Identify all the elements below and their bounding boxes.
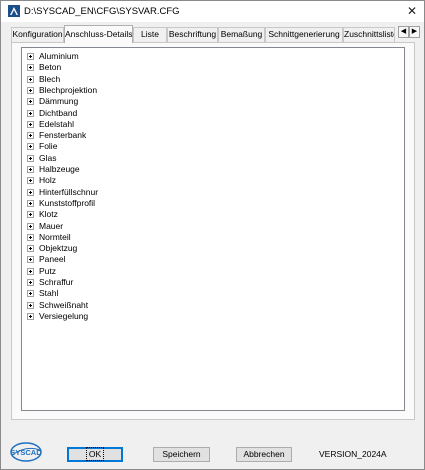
tree-item[interactable]: Versiegelung xyxy=(27,311,88,322)
tree-item[interactable]: Edelstahl xyxy=(27,119,74,130)
window-title: D:\SYSCAD_EN\CFG\SYSVAR.CFG xyxy=(24,6,180,17)
tab-scroll-right-button[interactable]: ▶ xyxy=(409,26,420,38)
tree-item-label: Glas xyxy=(39,152,57,163)
ok-button[interactable]: OK xyxy=(67,447,123,462)
tree-item-label: Dämmung xyxy=(39,96,79,107)
tree-item-label: Beton xyxy=(39,62,62,73)
expand-plus-icon[interactable] xyxy=(27,132,34,140)
material-tree-view[interactable]: Aluminium Beton Blech Blechprojektion Dämmun… xyxy=(21,47,405,411)
tree-item[interactable]: Blech xyxy=(27,74,60,85)
tree-item[interactable]: Mauer xyxy=(27,221,63,232)
tree-item-label: Mauer xyxy=(39,220,64,231)
tree-item-label: Halbzeuge xyxy=(39,164,80,174)
dialog-window: D:\SYSCAD_EN\CFG\SYSVAR.CFG ✕ Konfigurat… xyxy=(0,0,425,470)
expand-plus-icon[interactable] xyxy=(27,154,34,162)
cancel-button[interactable]: Abbrechen xyxy=(236,447,292,462)
tree-item[interactable]: Objektzug xyxy=(27,243,77,254)
tree-item-label: Hinterfüllschnur xyxy=(39,186,99,197)
tree-item[interactable]: Schraffur xyxy=(27,277,73,288)
tree-item[interactable]: Klotz xyxy=(27,209,58,220)
tree-item-label: Kunststoffprofil xyxy=(39,197,96,208)
tree-item-label: Dichtband xyxy=(39,107,78,118)
expand-plus-icon[interactable] xyxy=(27,245,34,253)
expand-plus-icon[interactable] xyxy=(27,64,34,72)
tree-item-label: Folie xyxy=(39,141,58,152)
tree-item-label: Objektzug xyxy=(39,243,78,254)
version-label: VERSION_2024A xyxy=(319,449,387,459)
expand-plus-icon[interactable] xyxy=(27,312,34,320)
tab-strip: Konfiguration Anschluss-Details Liste Besch… xyxy=(11,25,395,43)
tree-item-label: Edelstahl xyxy=(39,118,74,129)
tab-schnittgenerierung[interactable]: Schnittgenerierung xyxy=(265,27,343,42)
tree-item[interactable]: Glas xyxy=(27,153,56,164)
tree-item-label: Putz xyxy=(39,265,57,276)
expand-plus-icon[interactable] xyxy=(27,109,34,117)
tree-item[interactable]: Normteil xyxy=(27,232,71,243)
tree-item[interactable]: Kunststoffprofil xyxy=(27,198,95,209)
tab-beschriftung[interactable]: Beschriftung xyxy=(167,27,218,42)
tab-bemaßung[interactable]: Bemaßung xyxy=(218,27,265,42)
expand-plus-icon[interactable] xyxy=(27,290,34,298)
tree-item-label: Holz xyxy=(39,175,57,186)
tree-item[interactable]: Halbzeuge xyxy=(27,164,80,175)
tree-item[interactable]: Hinterfüllschnur xyxy=(27,187,98,198)
tree-item[interactable]: Aluminium xyxy=(27,51,79,62)
tree-item-label: Paneel xyxy=(39,254,66,265)
expand-plus-icon[interactable] xyxy=(27,166,34,173)
tree-item[interactable]: Beton xyxy=(27,62,61,73)
expand-plus-icon[interactable] xyxy=(27,301,34,309)
expand-plus-icon[interactable] xyxy=(27,86,34,94)
tree-item-label: Fensterbank xyxy=(39,130,87,141)
autocad-app-icon xyxy=(8,5,20,17)
tab-scroll-left-button[interactable]: ◀ xyxy=(398,26,409,38)
save-button[interactable]: Speichern xyxy=(153,447,210,462)
tree-item[interactable]: Fensterbank xyxy=(27,130,86,141)
tree-item-label: Klotz xyxy=(39,209,58,220)
tab-panel-anschluss-details: Aluminium Beton Blech Blechprojektion Dämmun… xyxy=(11,42,415,420)
expand-plus-icon[interactable] xyxy=(27,233,34,241)
expand-plus-icon[interactable] xyxy=(27,279,34,286)
expand-plus-icon[interactable] xyxy=(27,98,34,106)
ok-button-label: OK xyxy=(85,447,105,461)
tree-item[interactable]: Dämmung xyxy=(27,96,78,107)
expand-plus-icon[interactable] xyxy=(27,222,34,230)
tree-item-label: Schraffur xyxy=(39,277,74,287)
tab-liste[interactable]: Liste xyxy=(133,27,167,42)
tree-item-label: Blech xyxy=(39,73,61,84)
tree-item[interactable]: Schweißnaht xyxy=(27,300,88,311)
tree-item-label: Aluminium xyxy=(39,51,79,61)
tree-item[interactable]: Paneel xyxy=(27,254,65,265)
tab-konfiguration[interactable]: Konfiguration xyxy=(11,27,64,42)
expand-plus-icon[interactable] xyxy=(27,75,34,83)
tree-item-label: Blechprojektion xyxy=(39,84,98,95)
tree-item[interactable]: Dichtband xyxy=(27,108,77,119)
expand-plus-icon[interactable] xyxy=(27,188,34,196)
tree-item-label: Versiegelung xyxy=(39,310,89,321)
tree-item[interactable]: Stahl xyxy=(27,288,58,299)
tree-item[interactable]: Putz xyxy=(27,266,56,277)
title-bar: D:\SYSCAD_EN\CFG\SYSVAR.CFG ✕ xyxy=(1,1,424,22)
syscad-logo: SYSCAD xyxy=(10,442,42,462)
expand-plus-icon[interactable] xyxy=(27,199,34,207)
tree-item-label: Schweißnaht xyxy=(39,299,89,310)
expand-plus-icon[interactable] xyxy=(27,53,34,60)
expand-plus-icon[interactable] xyxy=(27,256,34,264)
expand-plus-icon[interactable] xyxy=(27,143,34,151)
logo-text: SYSCAD xyxy=(10,448,42,457)
tab-zuschnittsliste[interactable]: Zuschnittsliste xyxy=(343,27,395,42)
tree-item[interactable]: Folie xyxy=(27,141,57,152)
expand-plus-icon[interactable] xyxy=(27,267,34,275)
tree-item[interactable]: Holz xyxy=(27,175,56,186)
expand-plus-icon[interactable] xyxy=(27,120,34,128)
expand-plus-icon[interactable] xyxy=(27,177,34,185)
tree-item-label: Stahl xyxy=(39,288,59,299)
tab-anschluss-details[interactable]: Anschluss-Details xyxy=(64,25,133,43)
expand-plus-icon[interactable] xyxy=(27,211,34,219)
tree-item[interactable]: Blechprojektion xyxy=(27,85,97,96)
close-button[interactable]: ✕ xyxy=(402,3,422,19)
tree-item-label: Normteil xyxy=(39,231,71,242)
